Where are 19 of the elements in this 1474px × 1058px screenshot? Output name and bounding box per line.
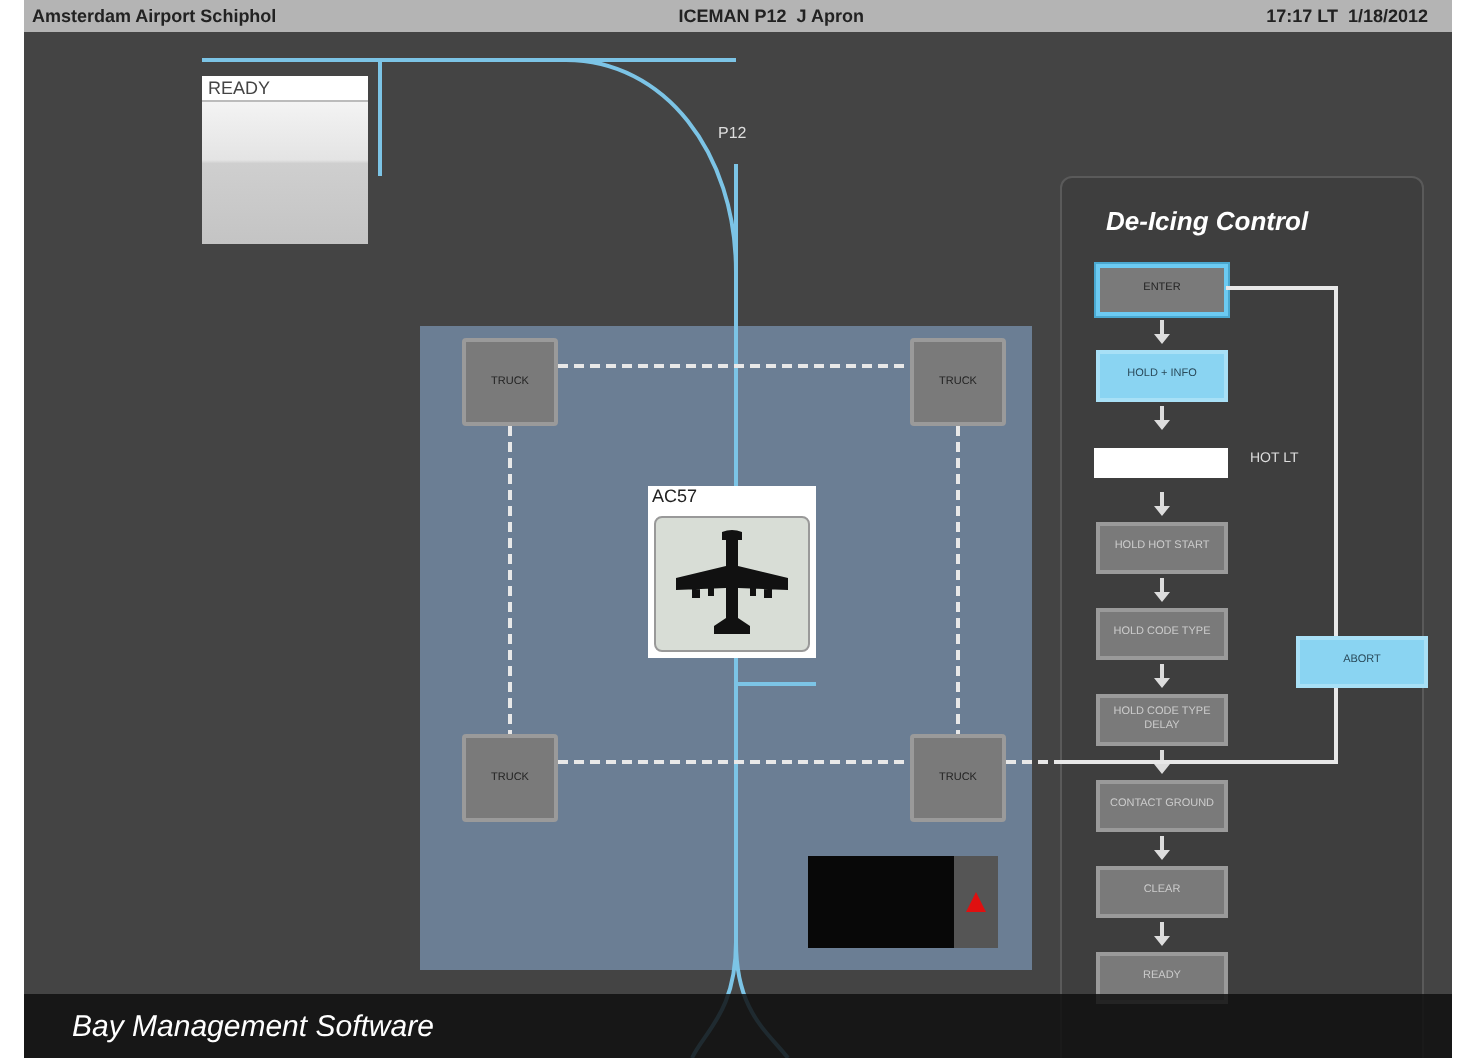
down-arrow-icon [1154, 922, 1170, 946]
down-arrow-icon [1154, 406, 1170, 430]
down-arrow-icon [1154, 492, 1170, 516]
down-arrow-icon [1154, 320, 1170, 344]
aircraft-card[interactable]: AC57 [648, 486, 816, 658]
down-arrow-icon [1154, 664, 1170, 688]
down-arrow-icon [1154, 836, 1170, 860]
date-time: 17:17 LT 1/18/2012 [1266, 6, 1428, 26]
stand-label: P12 [718, 124, 747, 142]
caption-text: Bay Management Software [72, 1009, 434, 1043]
panel-title: De-Icing Control [1106, 206, 1311, 240]
down-arrow-icon [1154, 750, 1170, 774]
airport-name: Amsterdam Airport Schiphol [32, 6, 277, 26]
aircraft-label: AC57 [650, 486, 700, 510]
warning-triangle-icon [966, 892, 986, 912]
status-label: READY [202, 76, 368, 102]
stand-title: ICEMAN P12 J Apron [678, 6, 864, 26]
down-arrow-icon [1154, 578, 1170, 602]
input-field[interactable] [1094, 447, 1228, 477]
